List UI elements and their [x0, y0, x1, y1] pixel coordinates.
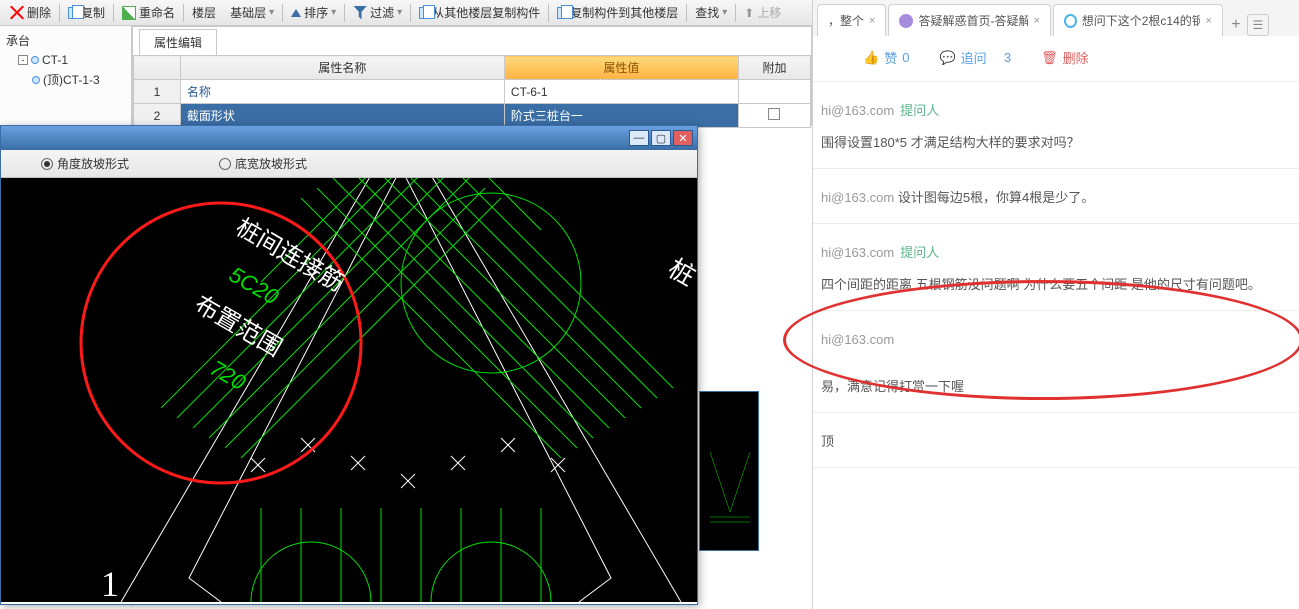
- favicon-icon: [1064, 14, 1077, 28]
- tab-3[interactable]: 想问下这个2根c14的钢筋×: [1053, 4, 1223, 36]
- copy-button[interactable]: 复制: [62, 1, 111, 24]
- tab-2[interactable]: 答疑解惑首页-答疑解惑-×: [888, 4, 1050, 36]
- comment-user: hi@163.com: [821, 329, 1291, 351]
- copy-icon: [557, 7, 567, 19]
- close-icon[interactable]: ×: [1033, 15, 1039, 27]
- rename-icon: [122, 6, 136, 20]
- radio-bottom-slope[interactable]: 底宽放坡形式: [219, 155, 307, 172]
- label-pile: 桩: [663, 254, 697, 292]
- col-value: 属性值: [504, 56, 738, 80]
- property-tab[interactable]: 属性编辑: [139, 29, 217, 55]
- browser-pane: ，整个× 答疑解惑首页-答疑解惑-× 想问下这个2根c14的钢筋× + ☰ 👍赞…: [812, 0, 1299, 609]
- col-extra: 附加: [738, 56, 810, 80]
- comment-user: hi@163.com: [821, 103, 894, 118]
- close-button[interactable]: ✕: [673, 130, 693, 146]
- comment-text: 围得设置180*5 才满足结构大样的要求对吗？: [821, 132, 1291, 154]
- copy-from-other-button[interactable]: 从其他楼层复制构件: [413, 1, 546, 24]
- comment-2: hi@163.com 设计图每边5根，你算4根是少了。: [813, 169, 1299, 224]
- minimize-button[interactable]: ―: [629, 130, 649, 146]
- maximize-button[interactable]: ▢: [651, 130, 671, 146]
- checkbox[interactable]: [768, 108, 780, 120]
- arrow-up-icon: ⬆: [744, 6, 754, 20]
- comment-3: hi@163.com 提问人 四个间距的距离 五根钢筋没问题啊 为什么要五个间距 …: [813, 224, 1299, 311]
- radio-icon: [41, 158, 53, 170]
- chat-icon: 💬: [939, 50, 955, 66]
- node-icon: [32, 76, 40, 84]
- node-icon: [31, 56, 39, 64]
- browser-tabs: ，整个× 答疑解惑首页-答疑解惑-× 想问下这个2根c14的钢筋× + ☰: [813, 0, 1299, 36]
- drawing-canvas[interactable]: 桩间连接筋 5C20 布置范围 720 桩 1: [1, 178, 697, 602]
- comment-5: 顶: [813, 413, 1299, 468]
- filter-icon: [353, 6, 367, 20]
- comment-text: 四个间距的距离 五根钢筋没问题啊 为什么要五个间距 是他的尺寸有问题吧。: [821, 274, 1291, 296]
- radio-angle-slope[interactable]: 角度放坡形式: [41, 155, 129, 172]
- copy-icon: [419, 7, 429, 19]
- delete-button[interactable]: 删除: [4, 1, 57, 24]
- viewer-options: 角度放坡形式 底宽放坡形式: [1, 150, 697, 178]
- close-icon[interactable]: ×: [1205, 15, 1211, 27]
- delete-icon: [10, 6, 24, 20]
- favicon-icon: [899, 14, 913, 28]
- find-button[interactable]: 查找 ▾: [689, 1, 733, 24]
- property-panel: 属性编辑 属性名称 属性值 附加 1 名称 CT-6-1 2 截面形状 阶式三桩…: [132, 26, 812, 126]
- thumbnail-panel[interactable]: [699, 391, 759, 551]
- comment-text: 易，满意记得打赏一下喔: [821, 376, 1291, 398]
- close-icon[interactable]: ×: [869, 15, 875, 27]
- filter-button[interactable]: 过滤 ▾: [347, 1, 408, 24]
- col-name: 属性名称: [180, 56, 504, 80]
- delete-post-button[interactable]: 🗑删除: [1041, 48, 1089, 67]
- corner-number: 1: [101, 564, 119, 602]
- radio-icon: [219, 158, 231, 170]
- comment-4: hi@163.com 易，满意记得打赏一下喔: [813, 311, 1299, 412]
- tab-list-button[interactable]: ☰: [1247, 14, 1269, 36]
- floor-select[interactable]: 基础层 ▾: [224, 1, 280, 24]
- label-720: 720: [206, 355, 251, 395]
- asker-tag: 提问人: [900, 245, 939, 260]
- tree-node-ct1[interactable]: -CT-1: [2, 51, 129, 69]
- comment-text: 顶: [821, 434, 834, 449]
- comment-user: hi@163.com: [821, 245, 894, 260]
- tree-node-ct1-3[interactable]: (顶)CT-1-3: [2, 69, 129, 90]
- collapse-icon[interactable]: -: [18, 55, 28, 65]
- post-actions: 👍赞 0 💬追问 3 🗑删除: [813, 36, 1299, 82]
- viewer-titlebar[interactable]: ― ▢ ✕: [1, 126, 697, 150]
- table-row[interactable]: 2 截面形状 阶式三桩台一: [134, 104, 811, 128]
- copy-to-other-button[interactable]: 复制构件到其他楼层: [551, 1, 684, 24]
- trash-icon: 🗑: [1041, 50, 1058, 66]
- new-tab-button[interactable]: +: [1225, 14, 1247, 36]
- asker-tag: 提问人: [900, 103, 939, 118]
- viewer-window: ― ▢ ✕ 角度放坡形式 底宽放坡形式: [0, 125, 698, 605]
- like-button[interactable]: 👍赞 0: [863, 48, 909, 67]
- move-up-button[interactable]: ⬆上移: [738, 1, 787, 24]
- follow-button[interactable]: 💬追问 3: [939, 48, 1011, 67]
- comment-user: hi@163.com: [821, 190, 894, 205]
- property-table: 属性名称 属性值 附加 1 名称 CT-6-1 2 截面形状 阶式三桩台一: [133, 55, 811, 128]
- sort-icon: [291, 9, 301, 17]
- table-row[interactable]: 1 名称 CT-6-1: [134, 80, 811, 104]
- tab-1[interactable]: ，整个×: [817, 4, 886, 36]
- comment-text: 设计图每边5根，你算4根是少了。: [898, 190, 1094, 205]
- comment-1: hi@163.com 提问人 围得设置180*5 才满足结构大样的要求对吗？: [813, 82, 1299, 169]
- tree-root[interactable]: 承台: [2, 30, 129, 51]
- sort-button[interactable]: 排序 ▾: [285, 1, 342, 24]
- thumb-up-icon: 👍: [863, 50, 879, 66]
- floor-label: 楼层: [186, 1, 222, 24]
- copy-icon: [68, 7, 78, 19]
- rename-button[interactable]: 重命名: [116, 1, 181, 24]
